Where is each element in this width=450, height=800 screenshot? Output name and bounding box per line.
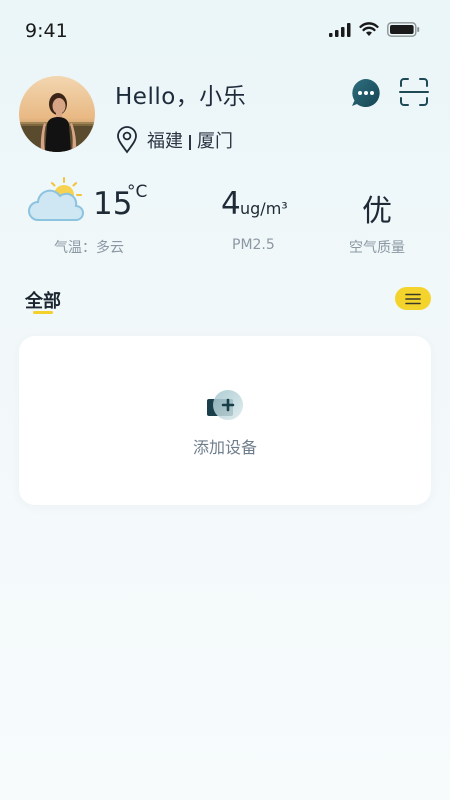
pm25-unit: ug/m³ (240, 199, 288, 218)
tab-active-indicator (33, 311, 53, 314)
avatar[interactable] (19, 76, 95, 152)
tab-all[interactable]: 全部 (25, 287, 61, 313)
location-city: 厦门 (197, 131, 233, 152)
wifi-icon (359, 22, 379, 36)
temperature-label: 气温：多云 (54, 240, 124, 256)
pm25-value: 4 (221, 186, 241, 222)
pm25-label: PM2.5 (232, 237, 275, 253)
chat-icon (352, 79, 380, 107)
avatar-image (19, 76, 95, 152)
scan-icon (399, 78, 429, 106)
location-province: 福建 (147, 131, 183, 152)
weather-partly-cloudy-icon (28, 177, 84, 221)
air-quality-label: 空气质量 (349, 240, 405, 256)
scan-button[interactable] (398, 76, 430, 108)
status-icons (329, 22, 420, 37)
location-separator (189, 134, 191, 150)
status-time: 9:41 (25, 20, 68, 42)
location[interactable]: 福建 厦门 (115, 126, 233, 154)
chat-button[interactable] (350, 77, 382, 109)
signal-icon (329, 22, 351, 37)
menu-icon (405, 293, 421, 304)
temperature-unit: °C (127, 182, 148, 202)
location-pin-icon (117, 126, 137, 154)
battery-icon (387, 22, 420, 37)
menu-button[interactable] (395, 287, 431, 310)
greeting: Hello，小乐 (115, 84, 247, 110)
status-bar: 9:41 (0, 0, 450, 64)
add-device-icon[interactable] (206, 389, 246, 421)
add-device-label: 添加设备 (192, 438, 257, 457)
air-quality-value: 优 (362, 194, 392, 229)
